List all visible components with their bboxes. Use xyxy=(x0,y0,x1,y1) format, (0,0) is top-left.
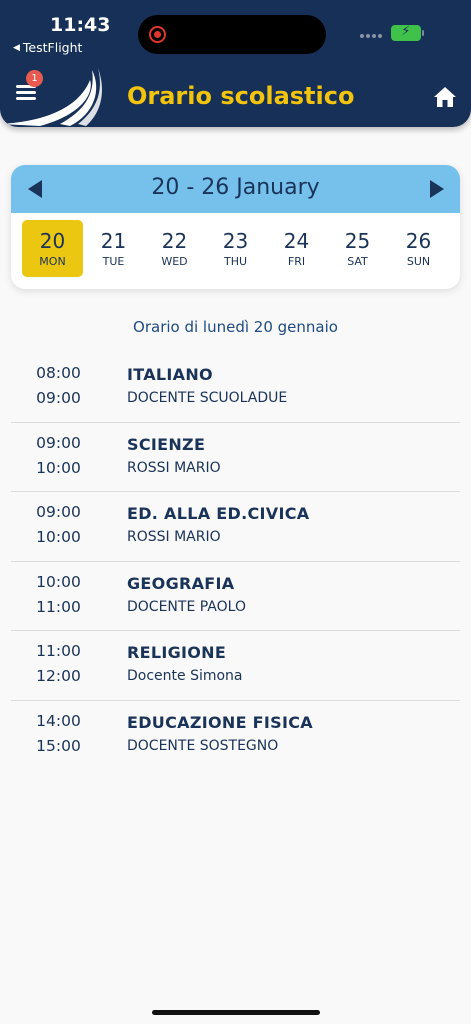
lesson-end-time: 15:00 xyxy=(36,736,81,755)
lesson-teacher: ROSSI MARIO xyxy=(127,529,221,546)
day-list: 20 MON 21 TUE 22 WED 23 THU 24 FRI 25 SA… xyxy=(11,213,460,289)
charging-icon: ⚡ xyxy=(401,24,411,39)
day-number: 24 xyxy=(283,229,310,253)
page-title: Orario scolastico xyxy=(127,82,355,110)
lesson-end-time: 12:00 xyxy=(36,667,81,686)
lesson-row[interactable]: 10:00 11:00 GEOGRAFIA DOCENTE PAOLO xyxy=(11,562,460,632)
home-icon[interactable] xyxy=(433,86,457,108)
day-number: 26 xyxy=(405,229,432,253)
status-time: 11:43 xyxy=(50,14,111,36)
triangle-right-icon[interactable] xyxy=(427,179,447,199)
lesson-row[interactable]: 09:00 10:00 ED. ALLA ED.CIVICA ROSSI MAR… xyxy=(11,492,460,562)
lesson-start-time: 14:00 xyxy=(36,711,81,730)
day-of-week: SAT xyxy=(347,255,368,268)
week-label: 20 - 26 January xyxy=(151,175,320,200)
lesson-start-time: 08:00 xyxy=(36,364,81,382)
week-header: 20 - 26 January xyxy=(11,165,460,213)
lesson-subject: RELIGIONE xyxy=(127,643,227,663)
lesson-end-time: 09:00 xyxy=(36,389,81,407)
lesson-teacher: Docente Simona xyxy=(127,668,243,685)
day-button[interactable]: 24 FRI xyxy=(266,220,327,277)
day-of-week: TUE xyxy=(102,255,125,268)
lesson-teacher: DOCENTE PAOLO xyxy=(127,598,246,615)
day-button[interactable]: 25 SAT xyxy=(327,220,388,277)
lesson-subject: GEOGRAFIA xyxy=(127,573,235,593)
day-button[interactable]: 21 TUE xyxy=(83,220,144,277)
day-button[interactable]: 23 THU xyxy=(205,220,266,277)
day-button[interactable]: 22 WED xyxy=(144,220,205,277)
day-number: 20 xyxy=(39,229,66,253)
day-of-week: SUN xyxy=(406,255,431,268)
lesson-teacher: ROSSI MARIO xyxy=(127,459,221,476)
lesson-start-time: 10:00 xyxy=(36,572,81,591)
lesson-teacher: DOCENTE SOSTEGNO xyxy=(127,737,279,754)
lesson-row[interactable]: 11:00 12:00 RELIGIONE Docente Simona xyxy=(11,631,460,701)
dynamic-island xyxy=(138,15,326,54)
signal-icon xyxy=(360,34,382,38)
lesson-end-time: 11:00 xyxy=(36,597,81,616)
lesson-start-time: 09:00 xyxy=(36,503,81,522)
schedule-title: Orario di lunedì 20 gennaio xyxy=(133,318,338,336)
day-of-week: MON xyxy=(39,255,66,268)
lesson-list: 08:00 09:00 ITALIANO DOCENTE SCUOLADUE 0… xyxy=(11,353,460,771)
lesson-subject: ITALIANO xyxy=(127,365,213,384)
battery-icon: ⚡ xyxy=(391,24,424,41)
lesson-teacher: DOCENTE SCUOLADUE xyxy=(127,390,288,406)
app-header: 11:43 ◀ TestFlight ⚡ 1 Orario scolastico xyxy=(0,0,471,127)
day-of-week: FRI xyxy=(287,255,306,268)
notification-badge: 1 xyxy=(26,70,43,87)
home-indicator[interactable] xyxy=(152,1010,320,1015)
day-of-week: THU xyxy=(223,255,248,268)
lesson-row[interactable]: 14:00 15:00 EDUCAZIONE FISICA DOCENTE SO… xyxy=(11,701,460,771)
back-arrow-icon: ◀ xyxy=(13,42,20,53)
day-number: 23 xyxy=(222,229,249,253)
lesson-subject: ED. ALLA ED.CIVICA xyxy=(127,504,310,524)
lesson-start-time: 09:00 xyxy=(36,433,81,452)
lesson-subject: EDUCAZIONE FISICA xyxy=(127,712,313,732)
lesson-end-time: 10:00 xyxy=(36,528,81,547)
lesson-row[interactable]: 09:00 10:00 SCIENZE ROSSI MARIO xyxy=(11,423,460,493)
day-number: 25 xyxy=(344,229,371,253)
lesson-row[interactable]: 08:00 09:00 ITALIANO DOCENTE SCUOLADUE xyxy=(11,353,460,423)
lesson-end-time: 10:00 xyxy=(36,458,81,477)
week-selector: 20 - 26 January 20 MON 21 TUE 22 WED 23 … xyxy=(11,165,460,289)
lesson-subject: SCIENZE xyxy=(127,434,206,454)
recording-icon xyxy=(149,26,166,43)
day-number: 22 xyxy=(161,229,188,253)
day-number: 21 xyxy=(100,229,127,253)
back-to-app-link[interactable]: ◀ TestFlight xyxy=(13,40,82,55)
day-of-week: WED xyxy=(161,255,188,268)
day-button[interactable]: 20 MON xyxy=(22,220,83,277)
day-button[interactable]: 26 SUN xyxy=(388,220,449,277)
lesson-start-time: 11:00 xyxy=(36,642,81,661)
back-app-label: TestFlight xyxy=(22,40,83,55)
